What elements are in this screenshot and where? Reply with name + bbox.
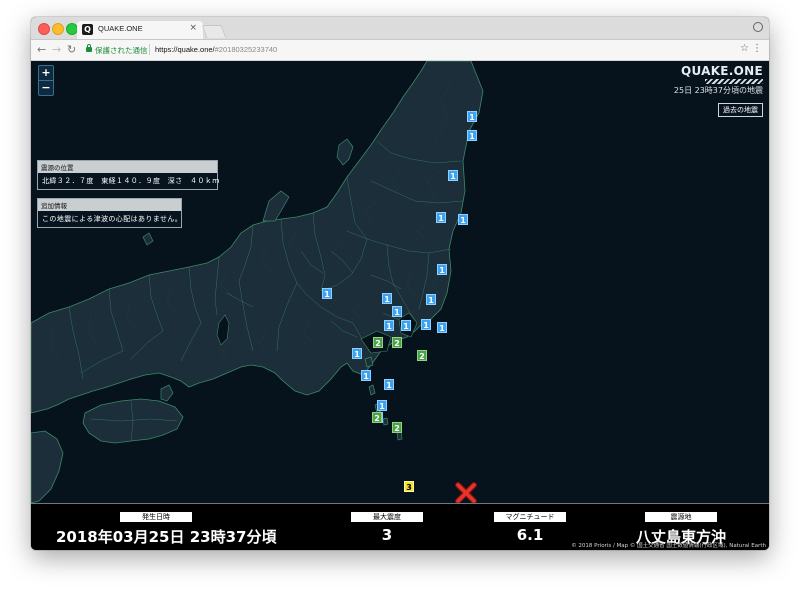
back-arrow-icon[interactable]: ←	[37, 43, 46, 57]
max-intensity-block: 最大震度 3	[337, 504, 437, 544]
occurrence-time-label: 発生日時	[120, 512, 192, 522]
zoom-in-button[interactable]: +	[39, 66, 53, 81]
additional-info-title: 追加情報	[38, 199, 181, 211]
intensity-marker[interactable]: 1	[401, 320, 411, 331]
epicenter-panel-text: 北緯３２．７度 東経１４０．９度 深さ ４０ｋｍ	[42, 177, 220, 185]
intensity-marker-max[interactable]: 3	[404, 481, 414, 492]
url-divider	[149, 44, 150, 55]
intensity-marker[interactable]: 1	[352, 348, 362, 359]
intensity-marker[interactable]: 1	[384, 320, 394, 331]
brand-logo: QUAKE.ONE	[680, 64, 763, 78]
intensity-marker[interactable]: 1	[382, 293, 392, 304]
quake-one-favicon-icon: Q	[82, 24, 93, 35]
quake-info-bar: 発生日時 2018年03月25日 23時37分頃 最大震度 3 マグニチュード …	[31, 503, 769, 550]
occurrence-time-value: 2018年03月25日 23時37分頃	[56, 528, 277, 546]
intensity-marker[interactable]: 2	[392, 337, 402, 348]
bookmark-star-icon[interactable]: ☆	[740, 43, 749, 54]
site-brand: QUAKE.ONE 25日 23時37分頃の地震	[674, 64, 763, 96]
browser-window: Q QUAKE.ONE × ← → ↻ 保護された通信 https://quak…	[31, 17, 769, 550]
max-intensity-label: 最大震度	[351, 512, 423, 522]
lock-icon	[86, 44, 92, 52]
occurrence-time-block: 発生日時 2018年03月25日 23時37分頃	[56, 504, 277, 547]
magnitude-block: マグニチュード 6.1	[480, 504, 580, 544]
max-intensity-value: 3	[381, 526, 393, 544]
epicenter-location-panel: 震源の位置 北緯３２．７度 東経１４０．９度 深さ ４０ｋｍ	[37, 160, 220, 190]
map-viewport[interactable]: + − QUAKE.ONE 25日 23時37分頃の地震 過去の地震 震源の位置…	[31, 61, 769, 550]
additional-info-text: この地震による津波の心配はありません。	[42, 215, 183, 223]
sado-island	[336, 138, 354, 166]
zoom-out-button[interactable]: −	[39, 81, 53, 95]
intensity-marker[interactable]: 1	[421, 319, 431, 330]
additional-info-panel: 追加情報 この地震による津波の心配はありません。	[37, 198, 182, 228]
intensity-marker[interactable]: 1	[448, 170, 458, 181]
intensity-marker[interactable]: 1	[458, 214, 468, 225]
magnitude-value: 6.1	[516, 526, 544, 544]
intensity-marker[interactable]: 1	[467, 130, 477, 141]
kyushu-landmass	[31, 430, 64, 503]
intensity-marker[interactable]: 1	[437, 264, 447, 275]
quake-time-caption: 25日 23時37分頃の地震	[673, 86, 763, 95]
intensity-marker[interactable]: 2	[392, 422, 402, 433]
oki-island	[142, 232, 154, 246]
honshu-landmass	[31, 61, 484, 414]
intensity-marker[interactable]: 2	[373, 337, 383, 348]
epicenter-panel-title: 震源の位置	[38, 161, 217, 173]
intensity-marker[interactable]: 1	[377, 400, 387, 411]
secure-connection-label[interactable]: 保護された通信	[95, 45, 148, 56]
intensity-marker[interactable]: 1	[361, 370, 371, 381]
forward-arrow-icon[interactable]: →	[52, 43, 61, 57]
close-window-button[interactable]	[38, 23, 50, 35]
intensity-marker[interactable]: 1	[384, 379, 394, 390]
intensity-marker[interactable]: 1	[437, 322, 447, 333]
tab-close-icon[interactable]: ×	[189, 23, 197, 33]
intensity-marker[interactable]: 2	[417, 350, 427, 361]
browser-toolbar: ← → ↻ 保護された通信 https://quake.one/#2018032…	[31, 40, 769, 61]
past-quakes-button[interactable]: 過去の地震	[718, 103, 763, 117]
brand-stripes	[705, 79, 763, 84]
magnitude-label: マグニチュード	[494, 512, 566, 522]
zoom-control: + −	[38, 65, 54, 96]
intensity-marker[interactable]: 1	[467, 111, 477, 122]
intensity-marker[interactable]: 2	[372, 412, 382, 423]
intensity-marker[interactable]: 1	[436, 212, 446, 223]
tab-bar: Q QUAKE.ONE ×	[31, 17, 769, 40]
intensity-marker[interactable]: 1	[426, 294, 436, 305]
url-hash: #20180325233740	[214, 45, 278, 54]
noto-peninsula	[262, 190, 290, 222]
intensity-marker[interactable]: 1	[392, 306, 402, 317]
browser-tab[interactable]: Q QUAKE.ONE ×	[77, 21, 203, 39]
epicenter-place-label: 震源地	[645, 512, 717, 522]
map-copyright: © 2018 Prioris / Map © 国土交通省 国土数値情報(行政区域…	[571, 543, 766, 549]
reload-icon[interactable]: ↻	[67, 43, 76, 57]
awaji-island	[160, 384, 174, 402]
profile-icon[interactable]	[753, 22, 763, 32]
epicenter-x-icon[interactable]	[455, 482, 477, 504]
url-host: https://quake.one/	[155, 45, 215, 54]
japan-map[interactable]	[31, 61, 769, 503]
minimize-window-button[interactable]	[52, 23, 64, 35]
tab-title: QUAKE.ONE	[98, 24, 143, 33]
browser-menu-icon[interactable]: ⋮	[752, 43, 762, 54]
intensity-marker[interactable]: 1	[322, 288, 332, 299]
address-bar[interactable]: https://quake.one/#20180325233740	[155, 45, 277, 54]
new-tab-button[interactable]	[201, 25, 227, 38]
